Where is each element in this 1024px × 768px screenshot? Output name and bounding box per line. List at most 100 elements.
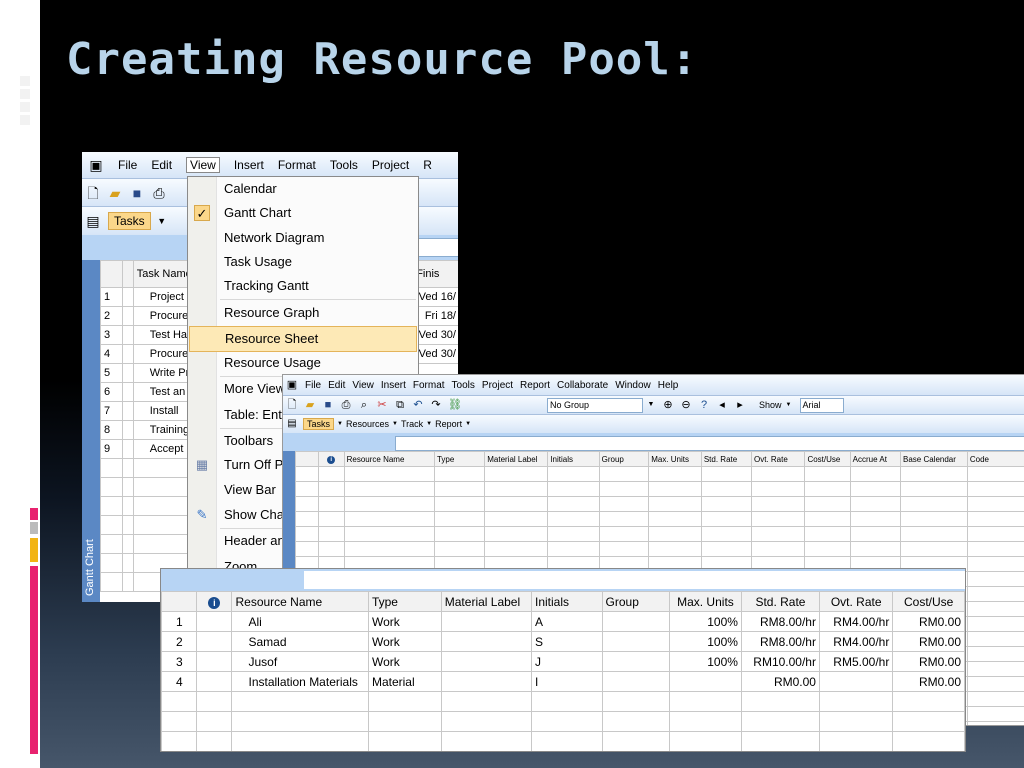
font-select[interactable]: Arial [799, 397, 844, 413]
print-icon[interactable]: ⎙ [340, 397, 352, 413]
outdent-icon[interactable]: ◂ [716, 397, 728, 413]
menu-format[interactable]: Format [278, 158, 316, 172]
col-header[interactable]: Resource Name [343, 451, 435, 467]
dropdown-icon[interactable]: ▼ [465, 421, 471, 427]
table-row[interactable]: 4 Installation Materials Material I RM0.00 RM… [161, 671, 965, 692]
tasks-dropdown-icon[interactable]: ▼ [154, 213, 170, 229]
empty-row[interactable] [295, 496, 1024, 512]
dropdown-icon[interactable]: ▼ [426, 421, 432, 427]
col-header[interactable]: Group [598, 451, 650, 467]
empty-row[interactable] [161, 711, 965, 732]
menu-item-resource-graph[interactable]: Resource Graph [188, 301, 418, 325]
col-header[interactable]: Code [966, 451, 1024, 467]
cell-max[interactable]: 100% [668, 651, 742, 672]
col-header[interactable]: Material Label [484, 451, 549, 467]
col-header[interactable]: Ovt. Rate [750, 451, 806, 467]
col-header[interactable]: Material Label [440, 591, 532, 612]
cell-group[interactable] [601, 671, 670, 692]
cell-ovt[interactable]: RM4.00/hr [818, 631, 894, 652]
cell-material[interactable] [440, 651, 532, 672]
finish-cell[interactable]: Ved 30/ [412, 344, 458, 364]
col-header[interactable]: Ovt. Rate [818, 591, 894, 612]
menu-collaborate[interactable]: Collaborate [557, 380, 608, 391]
cell-ovt[interactable]: RM5.00/hr [818, 651, 894, 672]
cell-max[interactable]: 100% [668, 631, 742, 652]
menu-item-task-usage[interactable]: Task Usage [188, 250, 418, 274]
cell-type[interactable]: Work [367, 611, 442, 632]
menu-insert[interactable]: Insert [381, 380, 406, 391]
cell-std[interactable]: RM8.00/hr [740, 611, 820, 632]
menu-item-resource-usage[interactable]: Resource Usage [188, 351, 418, 375]
table-row[interactable]: 2 Samad Work S 100% RM8.00/hr RM4.00/hr RM0.00 [161, 631, 965, 652]
save-icon[interactable]: ■ [129, 185, 145, 201]
track-button[interactable]: Track [401, 419, 423, 429]
cell-std[interactable]: RM10.00/hr [740, 651, 820, 672]
empty-row[interactable] [295, 541, 1024, 557]
cell-initials[interactable]: J [530, 651, 603, 672]
cell-initials[interactable]: S [530, 631, 603, 652]
cell-ovt[interactable] [818, 671, 894, 692]
dropdown-icon[interactable]: ▼ [337, 421, 343, 427]
cell-name[interactable]: Ali [231, 611, 369, 632]
menu-project[interactable]: Project [482, 380, 513, 391]
finish-cell[interactable]: Ved 16/ [412, 287, 458, 307]
tasks-button[interactable]: Tasks [108, 212, 151, 230]
cell-group[interactable] [601, 651, 670, 672]
print-preview-icon[interactable]: ⌕ [358, 397, 370, 413]
col-header[interactable]: Type [367, 591, 442, 612]
menu-edit[interactable]: Edit [328, 380, 345, 391]
group-select[interactable]: No Group [547, 397, 643, 413]
finish-cell[interactable]: Fri 18/ [412, 306, 458, 326]
menu-file[interactable]: File [305, 380, 321, 391]
col-header[interactable]: Cost/Use [804, 451, 851, 467]
cell-max[interactable] [668, 671, 742, 692]
menu-tools[interactable]: Tools [330, 158, 358, 172]
menu-tools[interactable]: Tools [452, 380, 475, 391]
empty-row[interactable] [295, 481, 1024, 497]
open-folder-icon[interactable]: ▰ [304, 397, 316, 413]
table-row[interactable]: 1 Ali Work A 100% RM8.00/hr RM4.00/hr RM0.00 [161, 611, 965, 632]
empty-row[interactable] [295, 511, 1024, 527]
open-folder-icon[interactable]: ▰ [107, 185, 123, 201]
save-icon[interactable]: ■ [322, 397, 334, 413]
menu-item-resource-sheet[interactable]: Resource Sheet [189, 326, 417, 352]
col-header[interactable]: Max. Units [648, 451, 702, 467]
col-header[interactable]: Base Calendar [900, 451, 968, 467]
dropdown-icon[interactable]: ▼ [392, 421, 398, 427]
tasks-button[interactable]: Tasks [303, 418, 335, 430]
undo-icon[interactable]: ↶ [412, 397, 424, 413]
cell-material[interactable] [440, 611, 532, 632]
view-bar-icon[interactable]: ▤ [85, 213, 101, 229]
empty-row[interactable] [161, 691, 965, 712]
finish-cell[interactable]: Ved 30/ [412, 325, 458, 345]
col-header[interactable]: Group [601, 591, 670, 612]
new-file-icon[interactable]: 🗋 [286, 397, 298, 413]
cell-group[interactable] [601, 611, 670, 632]
indent-icon[interactable]: ▸ [734, 397, 746, 413]
menu-item-gantt-chart[interactable]: ✓ Gantt Chart [188, 201, 418, 225]
entry-input[interactable] [304, 571, 965, 589]
cell-initials[interactable]: A [530, 611, 603, 632]
cell-type[interactable]: Material [367, 671, 442, 692]
menu-project[interactable]: Project [372, 158, 409, 172]
cell-name[interactable]: Samad [231, 631, 369, 652]
col-header[interactable]: Std. Rate [740, 591, 820, 612]
col-header[interactable]: Cost/Use [892, 591, 965, 612]
report-button[interactable]: Report [435, 419, 462, 429]
print-icon[interactable]: ⎙ [151, 185, 167, 201]
menu-view[interactable]: View [352, 380, 374, 391]
menu-item-network-diagram[interactable]: Network Diagram [188, 226, 418, 250]
cell-material[interactable] [440, 671, 532, 692]
copy-icon[interactable]: ⧉ [394, 397, 406, 413]
col-header[interactable]: Accrue At [849, 451, 902, 467]
show-button[interactable]: Show [759, 400, 782, 410]
col-header[interactable]: Std. Rate [700, 451, 753, 467]
entry-input[interactable] [395, 436, 1024, 451]
empty-row[interactable] [161, 731, 965, 751]
table-row[interactable]: 3 Jusof Work J 100% RM10.00/hr RM5.00/hr RM0.00 [161, 651, 965, 672]
col-header[interactable]: Initials [547, 451, 600, 467]
cell-cost[interactable]: RM0.00 [892, 631, 965, 652]
menu-window[interactable]: Window [615, 380, 651, 391]
cell-cost[interactable]: RM0.00 [892, 671, 965, 692]
menu-edit[interactable]: Edit [151, 158, 172, 172]
